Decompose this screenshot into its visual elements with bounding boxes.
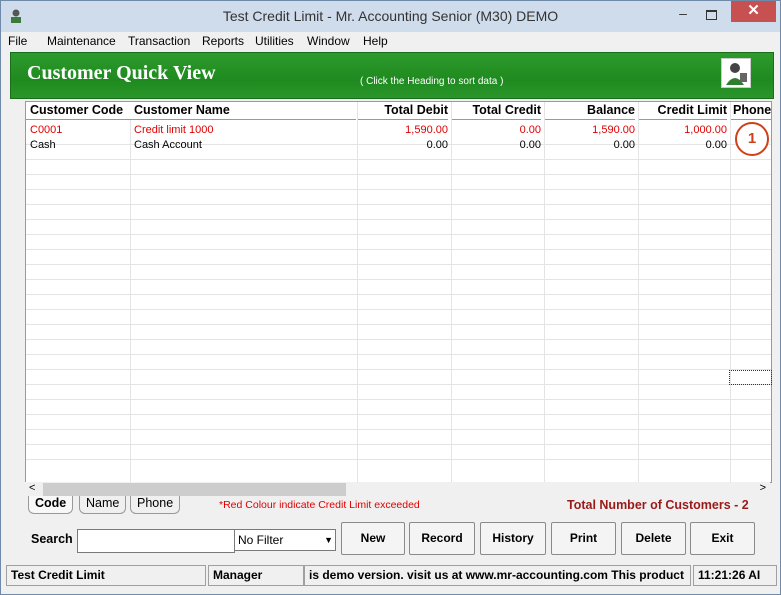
- status-user: Manager: [208, 565, 304, 586]
- close-button[interactable]: ✕: [731, 1, 776, 22]
- status-bar: Test Credit Limit Manager is demo versio…: [6, 565, 777, 586]
- row-debit: 0.00: [426, 139, 448, 151]
- row-code: Cash: [30, 139, 56, 151]
- menu-window[interactable]: Window: [307, 34, 350, 48]
- menu-file[interactable]: File: [8, 34, 27, 48]
- scroll-left-arrow-icon[interactable]: <: [29, 482, 35, 494]
- row-balance: 0.00: [613, 139, 635, 151]
- maximize-icon: [705, 10, 717, 20]
- header-customer-code[interactable]: Customer Code: [26, 102, 134, 120]
- scroll-right-arrow-icon[interactable]: >: [760, 482, 766, 494]
- filter-select[interactable]: No Filter ▼: [234, 529, 336, 551]
- menu-transaction[interactable]: Transaction: [128, 34, 190, 48]
- banner-hint: ( Click the Heading to sort data ): [360, 76, 504, 87]
- menu-maintenance[interactable]: Maintenance: [47, 34, 116, 48]
- print-button[interactable]: Print: [551, 522, 616, 555]
- row-credit-limit: 1,000.00: [684, 124, 727, 136]
- customer-icon: [721, 58, 751, 88]
- status-company: Test Credit Limit: [6, 565, 206, 586]
- header-balance[interactable]: Balance: [545, 102, 635, 120]
- menu-bar: File Maintenance Transaction Reports Uti…: [1, 32, 780, 50]
- status-time: 11:21:26 AI: [693, 565, 777, 586]
- header-total-credit[interactable]: Total Credit: [452, 102, 541, 120]
- row-credit: 0.00: [519, 124, 541, 136]
- banner-title: Customer Quick View: [27, 62, 216, 84]
- record-button[interactable]: Record: [409, 522, 475, 555]
- row-name: Credit limit 1000: [134, 124, 214, 136]
- tab-phone[interactable]: Phone: [130, 496, 181, 514]
- row-code: C0001: [30, 124, 63, 136]
- header-total-debit[interactable]: Total Debit: [358, 102, 448, 120]
- menu-utilities[interactable]: Utilities: [255, 34, 294, 48]
- row-credit: 0.00: [519, 139, 541, 151]
- maximize-button[interactable]: [700, 6, 722, 24]
- scrollbar-thumb[interactable]: [43, 483, 346, 496]
- minimize-button[interactable]: –: [672, 6, 694, 24]
- total-customers: Total Number of Customers - 2: [567, 498, 749, 512]
- menu-reports[interactable]: Reports: [202, 34, 244, 48]
- window-title: Test Credit Limit - Mr. Accounting Senio…: [222, 8, 559, 24]
- header-credit-limit[interactable]: Credit Limit: [639, 102, 727, 120]
- row-debit: 1,590.00: [405, 124, 448, 136]
- row-balance: 1,590.00: [592, 124, 635, 136]
- header-phone[interactable]: Phone: [731, 102, 771, 120]
- menu-help[interactable]: Help: [363, 34, 388, 48]
- app-window: Test Credit Limit - Mr. Accounting Senio…: [0, 0, 781, 595]
- horizontal-scrollbar[interactable]: < >: [25, 482, 770, 497]
- exit-button[interactable]: Exit: [690, 522, 755, 555]
- history-button[interactable]: History: [480, 522, 546, 555]
- tab-name[interactable]: Name: [79, 496, 127, 514]
- credit-limit-legend: *Red Colour indicate Credit Limit exceed…: [219, 499, 420, 511]
- chevron-down-icon[interactable]: ▼: [324, 530, 333, 550]
- status-message: is demo version. visit us at www.mr-acco…: [304, 565, 691, 586]
- title-bar[interactable]: Test Credit Limit - Mr. Accounting Senio…: [1, 1, 780, 32]
- new-button[interactable]: New: [341, 522, 405, 555]
- focused-cell[interactable]: [729, 370, 772, 385]
- row-credit-limit: 0.00: [705, 139, 727, 151]
- filter-value: No Filter: [238, 533, 284, 547]
- customer-grid[interactable]: Customer Code Customer Name Total Debit …: [25, 101, 772, 483]
- row-name: Cash Account: [134, 139, 202, 151]
- header-customer-name[interactable]: Customer Name: [131, 102, 356, 120]
- search-label: Search: [31, 532, 73, 546]
- search-input[interactable]: [77, 529, 235, 553]
- quick-view-banner: Customer Quick View ( Click the Heading …: [10, 52, 774, 99]
- annotation-badge: 1: [735, 122, 769, 156]
- delete-button[interactable]: Delete: [621, 522, 686, 555]
- tab-code[interactable]: Code: [28, 496, 74, 514]
